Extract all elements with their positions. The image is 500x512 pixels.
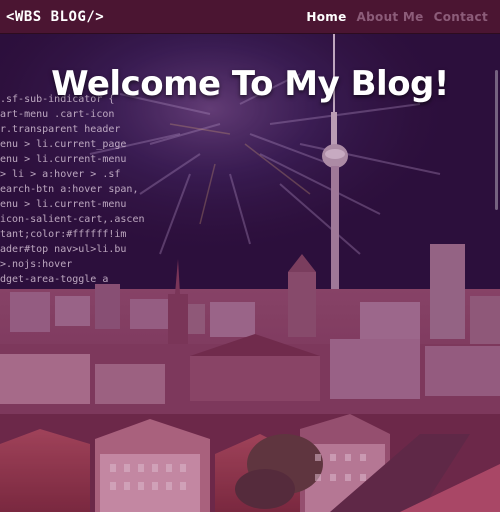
hero-background-image: .sf-sub-indicator {art-menu .cart-iconr.… bbox=[0, 34, 500, 512]
site-logo[interactable]: <WBS BLOG/> bbox=[6, 9, 104, 25]
nav-link-contact[interactable]: Contact bbox=[434, 10, 488, 24]
nav-links: Home About Me Contact bbox=[306, 10, 488, 24]
nav-link-about-me[interactable]: About Me bbox=[357, 10, 424, 24]
hero-title: Welcome To My Blog! bbox=[51, 64, 449, 104]
scrollbar[interactable] bbox=[495, 70, 498, 210]
page: <WBS BLOG/> Home About Me Contact .sf-su… bbox=[0, 0, 500, 512]
hero-banner: .sf-sub-indicator {art-menu .cart-icon r.… bbox=[0, 34, 500, 512]
nav-link-home[interactable]: Home bbox=[306, 10, 346, 24]
navbar: <WBS BLOG/> Home About Me Contact bbox=[0, 0, 500, 34]
